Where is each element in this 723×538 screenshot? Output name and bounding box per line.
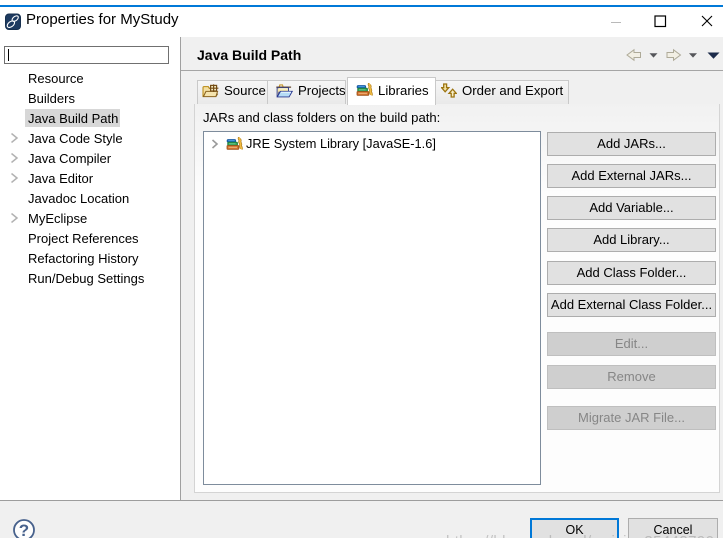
- svg-text:?: ?: [19, 521, 29, 538]
